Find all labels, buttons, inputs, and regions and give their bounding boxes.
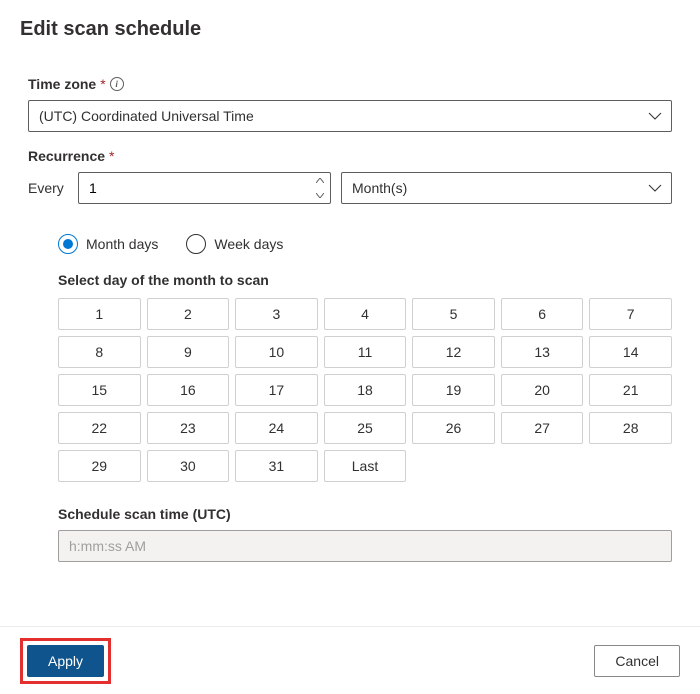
- required-asterisk: *: [109, 148, 114, 164]
- day-cell-19[interactable]: 19: [412, 374, 495, 406]
- day-cell-29[interactable]: 29: [58, 450, 141, 482]
- required-asterisk: *: [100, 76, 105, 92]
- day-cell-16[interactable]: 16: [147, 374, 230, 406]
- day-cell-9[interactable]: 9: [147, 336, 230, 368]
- radio-circle-icon: [58, 234, 78, 254]
- day-cell-4[interactable]: 4: [324, 298, 407, 330]
- day-cell-5[interactable]: 5: [412, 298, 495, 330]
- page-title: Edit scan schedule: [0, 0, 700, 51]
- day-cell-26[interactable]: 26: [412, 412, 495, 444]
- scan-time-input[interactable]: [58, 530, 672, 562]
- day-cell-24[interactable]: 24: [235, 412, 318, 444]
- day-cell-23[interactable]: 23: [147, 412, 230, 444]
- day-cell-25[interactable]: 25: [324, 412, 407, 444]
- day-cell-8[interactable]: 8: [58, 336, 141, 368]
- timezone-label: Time zone * i: [28, 76, 672, 92]
- day-type-radio-group: Month days Week days: [58, 234, 672, 254]
- spinner-down[interactable]: [310, 188, 330, 203]
- recurrence-label: Recurrence *: [28, 148, 672, 164]
- day-cell-12[interactable]: 12: [412, 336, 495, 368]
- day-cell-20[interactable]: 20: [501, 374, 584, 406]
- unit-select[interactable]: Month(s): [341, 172, 672, 204]
- day-cell-28[interactable]: 28: [589, 412, 672, 444]
- apply-highlight: Apply: [20, 638, 111, 684]
- timezone-value: (UTC) Coordinated Universal Time: [28, 100, 672, 132]
- day-grid: 1234567891011121314151617181920212223242…: [58, 298, 672, 482]
- day-cell-21[interactable]: 21: [589, 374, 672, 406]
- recurrence-label-text: Recurrence: [28, 148, 105, 164]
- timezone-select[interactable]: (UTC) Coordinated Universal Time: [28, 100, 672, 132]
- radio-circle-icon: [186, 234, 206, 254]
- timezone-label-text: Time zone: [28, 76, 96, 92]
- cancel-button[interactable]: Cancel: [594, 645, 680, 677]
- every-input[interactable]: [78, 172, 331, 204]
- scan-time-label: Schedule scan time (UTC): [58, 506, 672, 522]
- day-cell-17[interactable]: 17: [235, 374, 318, 406]
- radio-week-days[interactable]: Week days: [186, 234, 283, 254]
- day-cell-7[interactable]: 7: [589, 298, 672, 330]
- day-cell-13[interactable]: 13: [501, 336, 584, 368]
- day-cell-3[interactable]: 3: [235, 298, 318, 330]
- day-cell-1[interactable]: 1: [58, 298, 141, 330]
- day-cell-22[interactable]: 22: [58, 412, 141, 444]
- day-cell-14[interactable]: 14: [589, 336, 672, 368]
- every-label: Every: [28, 180, 68, 196]
- radio-month-days[interactable]: Month days: [58, 234, 158, 254]
- day-cell-last[interactable]: Last: [324, 450, 407, 482]
- spinner-buttons: [310, 173, 330, 203]
- every-number-wrap: [78, 172, 331, 204]
- day-cell-11[interactable]: 11: [324, 336, 407, 368]
- footer: Apply Cancel: [0, 626, 700, 694]
- day-cell-27[interactable]: 27: [501, 412, 584, 444]
- apply-button[interactable]: Apply: [27, 645, 104, 677]
- day-cell-6[interactable]: 6: [501, 298, 584, 330]
- radio-dot-icon: [63, 239, 73, 249]
- day-cell-10[interactable]: 10: [235, 336, 318, 368]
- caret-down-icon: [316, 193, 324, 198]
- radio-week-days-label: Week days: [214, 236, 283, 252]
- select-day-heading: Select day of the month to scan: [58, 272, 672, 288]
- day-cell-31[interactable]: 31: [235, 450, 318, 482]
- day-cell-2[interactable]: 2: [147, 298, 230, 330]
- day-cell-15[interactable]: 15: [58, 374, 141, 406]
- form-scroll-area[interactable]: Time zone * i (UTC) Coordinated Universa…: [0, 60, 700, 626]
- info-icon[interactable]: i: [110, 77, 124, 91]
- day-cell-30[interactable]: 30: [147, 450, 230, 482]
- unit-value: Month(s): [341, 172, 672, 204]
- caret-up-icon: [316, 178, 324, 183]
- spinner-up[interactable]: [310, 173, 330, 188]
- recurrence-row: Every Month(s): [28, 172, 672, 204]
- day-cell-18[interactable]: 18: [324, 374, 407, 406]
- radio-month-days-label: Month days: [86, 236, 158, 252]
